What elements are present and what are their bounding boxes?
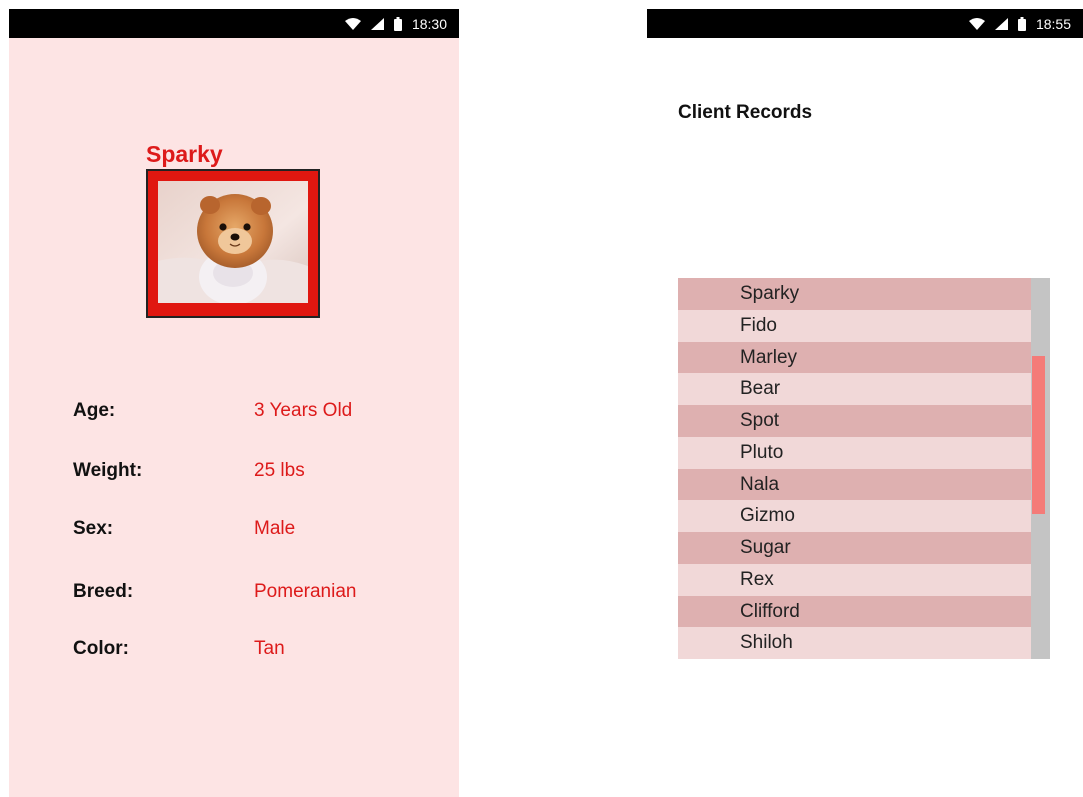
client-list-item[interactable]: Bear bbox=[678, 373, 1031, 405]
client-list-item[interactable]: Gizmo bbox=[678, 500, 1031, 532]
status-bar: 18:30 bbox=[9, 9, 459, 38]
client-list-item[interactable]: Fido bbox=[678, 309, 1031, 342]
client-list-item[interactable]: Marley bbox=[678, 341, 1031, 374]
pet-photo bbox=[158, 181, 308, 303]
breed-value: Pomeranian bbox=[254, 581, 357, 602]
client-list-item[interactable]: Sparky bbox=[678, 278, 1031, 310]
client-list[interactable]: Sparky Fido Marley Bear Spot Pluto Nala Gizmo Su… bbox=[678, 278, 1050, 659]
signal-icon bbox=[370, 17, 384, 30]
color-value: Tan bbox=[254, 638, 285, 659]
status-time: 18:55 bbox=[1035, 15, 1071, 32]
client-list-item[interactable]: Spot bbox=[678, 405, 1031, 437]
page-title: Client Records bbox=[678, 102, 813, 123]
client-list-item[interactable]: Clifford bbox=[678, 595, 1031, 628]
client-list-item[interactable]: Nala bbox=[678, 468, 1031, 501]
client-list-item[interactable]: Pluto bbox=[678, 436, 1031, 469]
breed-label: Breed: bbox=[73, 581, 134, 602]
wifi-icon bbox=[968, 17, 985, 30]
sex-label: Sex: bbox=[73, 518, 114, 539]
age-value: 3 Years Old bbox=[254, 400, 353, 421]
pet-photo-frame bbox=[146, 169, 320, 318]
client-list-item[interactable]: Sugar bbox=[678, 532, 1031, 564]
status-time: 18:30 bbox=[411, 15, 447, 32]
pet-name: Sparky bbox=[146, 141, 223, 167]
client-records-screen: 18:55 Client Records Sparky Fido Marley Bea… bbox=[647, 9, 1083, 797]
client-list-item[interactable]: Shiloh bbox=[678, 627, 1031, 659]
battery-icon bbox=[1017, 16, 1026, 31]
weight-value: 25 lbs bbox=[254, 460, 305, 481]
pet-profile-screen: 18:30 Sparky Age: 3 Years Old Weight: 25… bbox=[9, 9, 459, 797]
client-list-items: Sparky Fido Marley Bear Spot Pluto Nala Gizmo Su… bbox=[678, 278, 1031, 659]
sex-value: Male bbox=[254, 518, 296, 539]
scroll-thumb[interactable] bbox=[1032, 355, 1045, 514]
color-label: Color: bbox=[73, 638, 129, 659]
age-label: Age: bbox=[73, 400, 116, 421]
wifi-icon bbox=[344, 17, 361, 30]
client-list-item[interactable]: Rex bbox=[678, 563, 1031, 596]
status-bar: 18:55 bbox=[647, 9, 1083, 38]
scrollbar[interactable] bbox=[1031, 278, 1050, 659]
battery-icon bbox=[393, 16, 402, 31]
signal-icon bbox=[994, 17, 1008, 30]
weight-label: Weight: bbox=[73, 460, 143, 481]
